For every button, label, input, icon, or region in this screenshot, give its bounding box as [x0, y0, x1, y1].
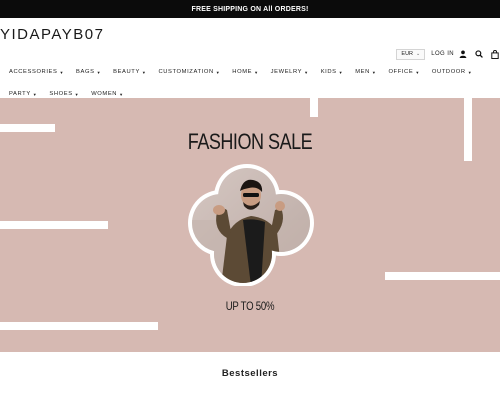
nav-item-label: HOME [232, 69, 253, 75]
login-link[interactable]: LOG IN [431, 49, 468, 59]
caret-down-icon: ▼ [96, 69, 102, 75]
caret-down-icon: ▼ [254, 69, 259, 75]
model-photo [188, 164, 314, 286]
decor-bar [0, 322, 158, 330]
header-utility: EUR ⌄ LOG IN [396, 47, 500, 61]
caret-down-icon: ▼ [215, 69, 221, 75]
decor-bar [310, 98, 318, 117]
nav-item-label: WOMEN [91, 91, 118, 97]
nav-item-label: BEAUTY [113, 69, 140, 75]
caret-down-icon: ▼ [338, 69, 344, 75]
caret-down-icon: ▼ [59, 69, 65, 75]
nav-item-home[interactable]: HOME ▼ [232, 66, 258, 78]
nav-item-label: OFFICE [388, 69, 414, 75]
nav-item-label: ACCESSORIES [9, 69, 58, 75]
hero-subtitle: UP TO 50% [225, 299, 275, 313]
announcement-text: FREE SHIPPING ON All ORDERS! [191, 5, 309, 13]
decor-bar [464, 98, 472, 161]
caret-down-icon: ▼ [74, 91, 80, 97]
nav-item-jewelry[interactable]: JEWELRY ▼ [271, 66, 309, 78]
caret-down-icon: ▼ [467, 69, 473, 75]
caret-down-icon: ▼ [119, 91, 124, 97]
nav-item-bags[interactable]: BAGS ▼ [76, 66, 101, 78]
nav-item-label: OUTDOOR [431, 69, 466, 75]
nav-item-label: KIDS [320, 69, 337, 75]
caret-down-icon: ▼ [141, 69, 147, 75]
section-title-bestsellers: Bestsellers [221, 368, 279, 379]
cart-icon[interactable] [490, 49, 500, 59]
caret-down-icon: ▼ [32, 91, 38, 97]
nav-item-office[interactable]: OFFICE ▼ [388, 66, 419, 78]
hero-banner[interactable]: FASHION SALE UP TO 50% [0, 98, 500, 352]
login-label: LOG IN [431, 51, 454, 57]
currency-selector[interactable]: EUR ⌄ [396, 48, 426, 60]
nav-item-accessories[interactable]: ACCESSORIES ▼ [9, 66, 64, 78]
nav-item-customization[interactable]: CUSTOMIZATION ▼ [158, 66, 220, 78]
currency-value: EUR [401, 51, 414, 57]
nav-item-label: PARTY [9, 91, 31, 97]
caret-down-icon: ▼ [371, 69, 377, 75]
nav-item-label: JEWELRY [270, 69, 303, 75]
nav-item-men[interactable]: MEN ▼ [355, 66, 376, 78]
nav-item-outdoor[interactable]: OUTDOOR ▼ [432, 66, 472, 78]
search-icon[interactable] [474, 49, 484, 59]
caret-down-icon: ▼ [304, 69, 309, 75]
nav-item-beauty[interactable]: BEAUTY ▼ [113, 66, 146, 78]
user-icon [458, 49, 468, 59]
nav-item-label: MEN [355, 69, 370, 75]
chevron-down-icon: ⌄ [416, 51, 421, 57]
nav-item-kids[interactable]: KIDS ▼ [321, 66, 344, 78]
store-logo[interactable]: YIDAPAYB07 [0, 26, 105, 43]
hero-title: FASHION SALE [187, 129, 313, 154]
decor-bar [0, 221, 108, 229]
announcement-bar: FREE SHIPPING ON All ORDERS! [0, 0, 500, 18]
decor-bar [385, 272, 500, 280]
nav-item-label: CUSTOMIZATION [158, 69, 214, 75]
nav-item-label: SHOES [49, 91, 73, 97]
nav-item-label: BAGS [76, 69, 95, 75]
caret-down-icon: ▼ [415, 69, 420, 75]
main-nav: ACCESSORIES ▼ BAGS ▼ BEAUTY ▼ CUSTOMIZATION… [9, 66, 499, 100]
